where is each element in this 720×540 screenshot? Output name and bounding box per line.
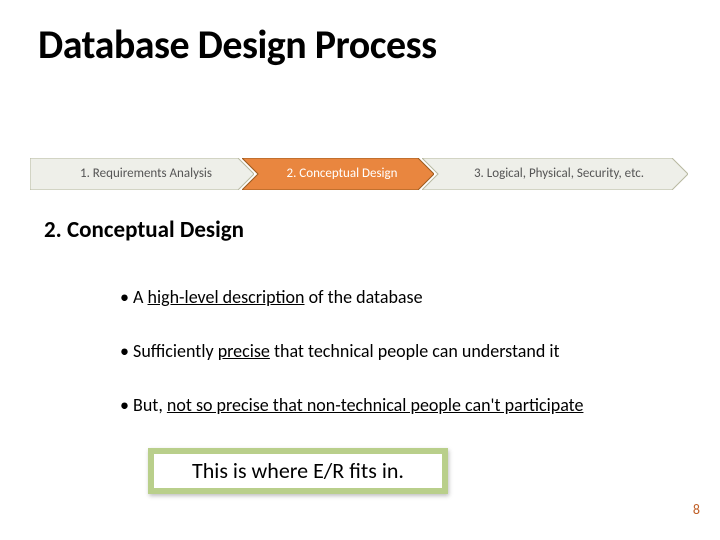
bullet-item: But, not so precise that non-technical p… (120, 394, 700, 416)
chevron-step-3: 3. Logical, Physical, Security, etc. (422, 158, 688, 190)
chevron-label: 2. Conceptual Design (242, 158, 434, 190)
chevron-label: 1. Requirements Analysis (30, 158, 254, 190)
bullet-item: A high-level description of the database (120, 286, 700, 308)
underlined-text: precise (218, 340, 270, 362)
text: of the database (305, 286, 423, 308)
callout-box: This is where E/R fits in. (148, 448, 448, 494)
text: Sufficiently (133, 340, 218, 362)
chevron-step-2: 2. Conceptual Design (242, 158, 434, 190)
bullet-list: A high-level description of the database… (80, 286, 700, 448)
bullet-item: Sufficiently precise that technical peop… (120, 340, 700, 362)
text: But, (133, 394, 167, 416)
chevron-label: 3. Logical, Physical, Security, etc. (422, 158, 688, 190)
process-chevron-banner: 1. Requirements Analysis 2. Conceptual D… (30, 158, 690, 190)
section-subtitle: 2. Conceptual Design (44, 216, 244, 244)
underlined-text: not so precise that non-technical people… (167, 394, 584, 416)
slide-title: Database Design Process (38, 20, 437, 69)
page-number: 8 (693, 501, 700, 518)
text: that technical people can understand it (270, 340, 560, 362)
chevron-step-1: 1. Requirements Analysis (30, 158, 254, 190)
text: A (133, 286, 147, 308)
underlined-text: high-level description (148, 286, 305, 308)
callout-text: This is where E/R fits in. (154, 454, 442, 488)
